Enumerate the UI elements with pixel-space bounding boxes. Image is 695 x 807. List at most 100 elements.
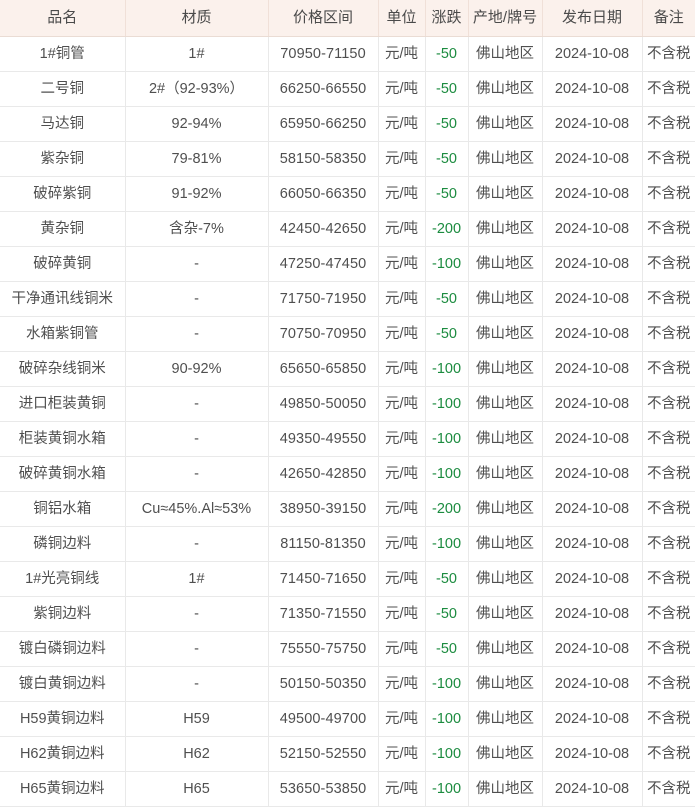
table-row[interactable]: 破碎紫铜 91-92% 66050-66350 元/吨 -50 佛山地区 2024-10-0… [0, 176, 695, 212]
table-row[interactable]: 破碎杂线铜米 90-92% 65650-65850 元/吨 -100 佛山地区 2024-1… [0, 351, 695, 387]
origin-grade-cell: 佛山地区 [468, 456, 543, 492]
unit-cell: 元/吨 [378, 736, 426, 772]
product-name-cell: H65黄铜边料 [0, 771, 126, 807]
remark-cell: 不含税 [642, 456, 695, 492]
product-name-cell: 1#铜管 [0, 36, 126, 72]
table-row[interactable]: 水箱紫铜管 -70750-70950 元/吨 -50 佛山地区 2024-10-08 不含税 [0, 316, 695, 352]
table-row[interactable]: 破碎黄铜水箱 -42650-42850 元/吨 -100 佛山地区 2024-10-08 不… [0, 456, 695, 492]
publish-date-cell: 2024-10-08 [542, 421, 643, 457]
table-row[interactable]: 二号铜 2#（92-93%） 66250-66550 元/吨 -50 佛山地区 2024-1… [0, 71, 695, 107]
column-header-remark[interactable]: 备注 [642, 0, 695, 37]
publish-date-cell: 2024-10-08 [542, 736, 643, 772]
origin-grade-cell: 佛山地区 [468, 526, 543, 562]
remark-cell: 不含税 [642, 666, 695, 702]
table-header: 品名 材质 价格区间 单位 涨跌 产地/牌号 发布日期 备注 [0, 0, 695, 37]
origin-grade-cell: 佛山地区 [468, 736, 543, 772]
table-row[interactable]: 1#铜管 1# 70950-71150 元/吨 -50 佛山地区 2024-10-08 不含税 [0, 36, 695, 72]
table-row[interactable]: H62黄铜边料 H62 52150-52550 元/吨 -100 佛山地区 2024-10-… [0, 736, 695, 772]
change-cell: -100 [425, 666, 469, 702]
table-header-row: 品名 材质 价格区间 单位 涨跌 产地/牌号 发布日期 备注 [0, 0, 695, 37]
column-header-price-range[interactable]: 价格区间 [268, 0, 379, 37]
publish-date-cell: 2024-10-08 [542, 176, 643, 212]
change-cell: -100 [425, 246, 469, 282]
change-cell: -100 [425, 526, 469, 562]
unit-cell: 元/吨 [378, 456, 426, 492]
material-cell: H65 [125, 771, 269, 807]
product-name-cell: 马达铜 [0, 106, 126, 142]
material-cell: - [125, 386, 269, 422]
table-row[interactable]: 黄杂铜 含杂-7% 42450-42650 元/吨 -200 佛山地区 2024-10-08… [0, 211, 695, 247]
publish-date-cell: 2024-10-08 [542, 71, 643, 107]
column-header-material[interactable]: 材质 [125, 0, 269, 37]
material-cell: - [125, 316, 269, 352]
price-range-cell: 81150-81350 [268, 526, 379, 562]
unit-cell: 元/吨 [378, 771, 426, 807]
change-cell: -50 [425, 36, 469, 72]
product-name-cell: 镀白黄铜边料 [0, 666, 126, 702]
remark-cell: 不含税 [642, 631, 695, 667]
column-header-origin-grade[interactable]: 产地/牌号 [468, 0, 543, 37]
publish-date-cell: 2024-10-08 [542, 596, 643, 632]
material-cell: - [125, 596, 269, 632]
table-row[interactable]: 紫铜边料 -71350-71550 元/吨 -50 佛山地区 2024-10-08 不含税 [0, 596, 695, 632]
column-header-publish-date[interactable]: 发布日期 [542, 0, 643, 37]
unit-cell: 元/吨 [378, 491, 426, 527]
table-row[interactable]: 马达铜 92-94% 65950-66250 元/吨 -50 佛山地区 2024-10-08… [0, 106, 695, 142]
product-name-cell: 紫铜边料 [0, 596, 126, 632]
unit-cell: 元/吨 [378, 666, 426, 702]
change-cell: -100 [425, 351, 469, 387]
material-cell: - [125, 421, 269, 457]
origin-grade-cell: 佛山地区 [468, 421, 543, 457]
table-row[interactable]: 破碎黄铜 -47250-47450 元/吨 -100 佛山地区 2024-10-08 不含税 [0, 246, 695, 282]
publish-date-cell: 2024-10-08 [542, 666, 643, 702]
table-row[interactable]: H59黄铜边料 H59 49500-49700 元/吨 -100 佛山地区 2024-10-… [0, 701, 695, 737]
product-name-cell: 干净通讯线铜米 [0, 281, 126, 317]
change-cell: -50 [425, 561, 469, 597]
unit-cell: 元/吨 [378, 141, 426, 177]
material-cell: 1# [125, 561, 269, 597]
change-cell: -100 [425, 771, 469, 807]
price-range-cell: 65650-65850 [268, 351, 379, 387]
product-name-cell: 柜装黄铜水箱 [0, 421, 126, 457]
unit-cell: 元/吨 [378, 596, 426, 632]
publish-date-cell: 2024-10-08 [542, 701, 643, 737]
column-header-unit[interactable]: 单位 [378, 0, 426, 37]
unit-cell: 元/吨 [378, 701, 426, 737]
remark-cell: 不含税 [642, 316, 695, 352]
change-cell: -50 [425, 316, 469, 352]
origin-grade-cell: 佛山地区 [468, 106, 543, 142]
publish-date-cell: 2024-10-08 [542, 351, 643, 387]
table-row[interactable]: 柜装黄铜水箱 -49350-49550 元/吨 -100 佛山地区 2024-10-08 不… [0, 421, 695, 457]
publish-date-cell: 2024-10-08 [542, 281, 643, 317]
origin-grade-cell: 佛山地区 [468, 491, 543, 527]
material-cell: 91-92% [125, 176, 269, 212]
table-row[interactable]: 紫杂铜 79-81% 58150-58350 元/吨 -50 佛山地区 2024-10-08… [0, 141, 695, 177]
unit-cell: 元/吨 [378, 421, 426, 457]
table-row[interactable]: H65黄铜边料 H65 53650-53850 元/吨 -100 佛山地区 2024-10-… [0, 771, 695, 807]
origin-grade-cell: 佛山地区 [468, 596, 543, 632]
table-body: 1#铜管 1# 70950-71150 元/吨 -50 佛山地区 2024-10-08 不含税… [0, 36, 695, 807]
origin-grade-cell: 佛山地区 [468, 246, 543, 282]
unit-cell: 元/吨 [378, 631, 426, 667]
publish-date-cell: 2024-10-08 [542, 316, 643, 352]
table-row[interactable]: 磷铜边料 -81150-81350 元/吨 -100 佛山地区 2024-10-08 不含税 [0, 526, 695, 562]
remark-cell: 不含税 [642, 736, 695, 772]
publish-date-cell: 2024-10-08 [542, 771, 643, 807]
table-row[interactable]: 镀白黄铜边料 -50150-50350 元/吨 -100 佛山地区 2024-10-08 不… [0, 666, 695, 702]
origin-grade-cell: 佛山地区 [468, 386, 543, 422]
column-header-product-name[interactable]: 品名 [0, 0, 126, 37]
column-header-change[interactable]: 涨跌 [425, 0, 469, 37]
table-row[interactable]: 铜铝水箱 Cu≈45%.Al≈53% 38950-39150 元/吨 -200 佛山地区 2… [0, 491, 695, 527]
material-cell: Cu≈45%.Al≈53% [125, 491, 269, 527]
table-row[interactable]: 进口柜装黄铜 -49850-50050 元/吨 -100 佛山地区 2024-10-08 不… [0, 386, 695, 422]
product-name-cell: 1#光亮铜线 [0, 561, 126, 597]
remark-cell: 不含税 [642, 106, 695, 142]
product-name-cell: 镀白磷铜边料 [0, 631, 126, 667]
origin-grade-cell: 佛山地区 [468, 36, 543, 72]
table-row[interactable]: 镀白磷铜边料 -75550-75750 元/吨 -50 佛山地区 2024-10-08 不含… [0, 631, 695, 667]
price-range-cell: 49500-49700 [268, 701, 379, 737]
change-cell: -50 [425, 71, 469, 107]
change-cell: -50 [425, 141, 469, 177]
table-row[interactable]: 1#光亮铜线 1# 71450-71650 元/吨 -50 佛山地区 2024-10-08 不… [0, 561, 695, 597]
table-row[interactable]: 干净通讯线铜米 -71750-71950 元/吨 -50 佛山地区 2024-10-08 不… [0, 281, 695, 317]
